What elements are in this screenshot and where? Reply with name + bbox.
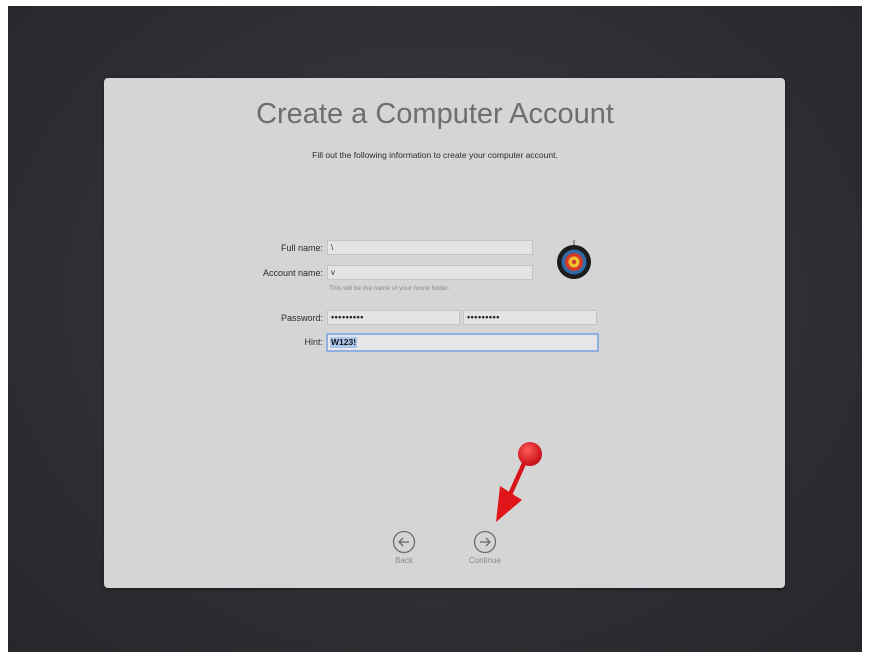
- account-name-field[interactable]: v: [327, 265, 533, 280]
- page-title: Create a Computer Account: [256, 98, 614, 130]
- target-avatar-icon[interactable]: [555, 240, 593, 280]
- left-arrow-circle-icon: [392, 530, 416, 554]
- full-name-field[interactable]: \: [327, 240, 533, 255]
- back-button[interactable]: Back: [374, 530, 434, 565]
- password-field[interactable]: •••••••••: [327, 310, 460, 325]
- hint-field[interactable]: W123!: [326, 333, 599, 352]
- page-subtitle: Fill out the following information to cr…: [312, 150, 558, 160]
- hint-selected-text: W123!: [330, 337, 358, 348]
- back-label: Back: [395, 556, 413, 565]
- account-name-helper: This will be the name of your home folde…: [329, 285, 450, 292]
- account-name-label: Account name:: [262, 268, 323, 278]
- red-pointer-arrow: [480, 436, 550, 536]
- password-label: Password:: [280, 313, 323, 323]
- continue-label: Continue: [468, 556, 502, 565]
- hint-label: Hint:: [304, 337, 323, 347]
- screenshot-frame: Create a Computer Account Fill out the f…: [0, 0, 870, 656]
- verify-password-field[interactable]: •••••••••: [463, 310, 597, 325]
- full-name-label: Full name:: [280, 243, 323, 253]
